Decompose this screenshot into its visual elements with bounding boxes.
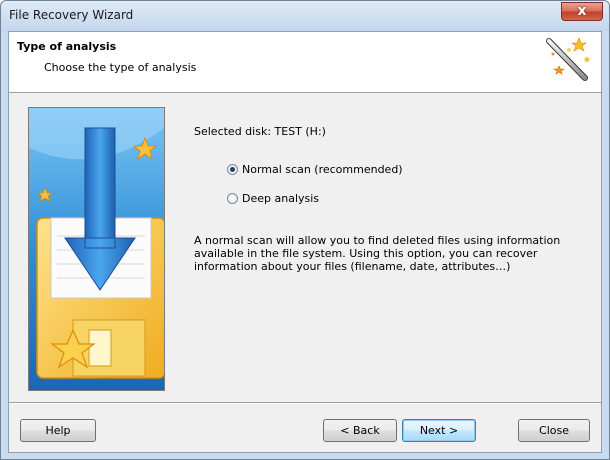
window-close-button[interactable]: x xyxy=(561,2,603,21)
deep-analysis-label[interactable]: Deep analysis xyxy=(242,192,319,205)
normal-scan-radio[interactable] xyxy=(227,164,238,175)
page-subtitle: Choose the type of analysis xyxy=(44,61,197,74)
wizard-window: File Recovery Wizard x Type of analysis … xyxy=(0,0,610,460)
wizard-illustration xyxy=(28,107,165,391)
normal-scan-option[interactable]: Normal scan (recommended) xyxy=(227,163,403,176)
wizard-header: Type of analysis Choose the type of anal… xyxy=(9,32,601,93)
floppy-disk-download-icon xyxy=(29,108,164,390)
scan-description: A normal scan will allow you to find del… xyxy=(194,234,561,273)
next-button[interactable]: Next > xyxy=(402,419,476,442)
normal-scan-label[interactable]: Normal scan (recommended) xyxy=(242,163,403,176)
selected-disk-label: Selected disk: TEST (H:) xyxy=(194,125,326,138)
deep-analysis-radio[interactable] xyxy=(227,193,238,204)
deep-analysis-option[interactable]: Deep analysis xyxy=(227,192,319,205)
help-button[interactable]: Help xyxy=(20,419,96,442)
close-icon: x xyxy=(577,3,587,19)
page-title: Type of analysis xyxy=(17,40,117,53)
back-button[interactable]: < Back xyxy=(323,419,397,442)
title-bar[interactable]: File Recovery Wizard x xyxy=(1,1,609,31)
footer-separator xyxy=(9,402,601,404)
wizard-client-area: Type of analysis Choose the type of anal… xyxy=(8,31,602,453)
window-title: File Recovery Wizard xyxy=(9,8,134,22)
magic-wand-icon xyxy=(546,37,591,81)
close-button[interactable]: Close xyxy=(518,419,590,442)
